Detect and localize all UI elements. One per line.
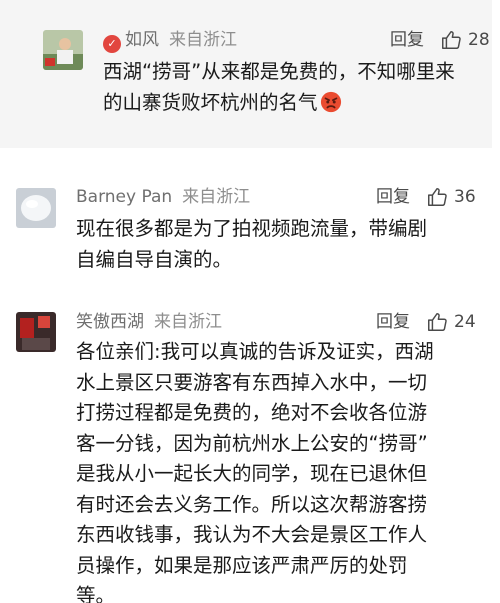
comment-line: 西湖“捞哥”从来都是免费的，不知哪里来 [103,60,455,83]
reply-button[interactable]: 回复 [376,311,410,333]
comment-line: 东西收钱事，我认为不大会是景区工作人 [76,523,428,546]
reply-button[interactable]: 回复 [376,186,410,208]
like-count: 24 [454,312,476,332]
comment-body: 西湖“捞哥”从来都是免费的，不知哪里来 的山寨货败坏杭州的名气 [103,56,455,118]
comment-line: 自编自导自演的。 [76,248,233,271]
location: 来自浙江 [182,187,251,207]
like-count: 28 [468,30,490,50]
comment-meta: ✓ 如风 来自浙江 [103,29,237,53]
comment-line: 各位亲们:我可以真诚的告诉及证实，西湖 [76,340,434,363]
comment-line: 打捞过程都是免费的，绝对不会收各位游 [76,401,428,424]
thumbs-up-icon[interactable] [426,311,448,333]
comment-meta: 笑傲西湖 来自浙江 [76,311,222,333]
comment-line: 现在很多都是为了拍视频跑流量，带编剧 [76,217,428,240]
comment-panel-top: ✓ 如风 来自浙江 回复 28 西湖“捞哥”从来都是免费的，不知哪里来 的山寨货败坏… [0,0,492,148]
username[interactable]: 笑傲西湖 [76,312,144,332]
comment-line: 的山寨货败坏杭州的名气 [103,91,318,114]
verified-badge-icon: ✓ [103,35,121,53]
comment-line: 有时还会去义务工作。所以这次帮游客捞 [76,492,428,516]
like-count: 36 [454,187,476,207]
comment-body: 各位亲们:我可以真诚的告诉及证实，西湖 水上景区只要游客有东西掉入水中，一切 打… [76,337,434,603]
comment-meta: Barney Pan 来自浙江 [76,186,250,208]
avatar[interactable] [16,312,56,352]
angry-face-icon [320,91,341,113]
comment-line: 水上景区只要游客有东西掉入水中，一切 [76,370,428,394]
thumbs-up-icon[interactable] [440,29,462,51]
comment-line: 等。 [76,584,116,603]
comment-actions: 回复 36 [376,186,476,208]
comment-line: 客一分钱，因为前杭州水上公安的“捞哥” [76,431,428,455]
avatar[interactable] [16,188,56,228]
location: 来自浙江 [154,312,222,332]
comment-line: 员操作，如果是那应该严肃严厉的处罚 [76,553,408,577]
thumbs-up-icon[interactable] [426,186,448,208]
username[interactable]: 如风 [125,30,159,50]
username[interactable]: Barney Pan [76,187,172,207]
comment-panel-main: Barney Pan 来自浙江 回复 36 现在很多都是为了拍视频跑流量，带编剧 … [0,155,500,603]
avatar[interactable] [43,30,83,70]
comment-line-with-emoji: 的山寨货败坏杭州的名气 [103,87,455,118]
comment-body: 现在很多都是为了拍视频跑流量，带编剧 自编自导自演的。 [76,213,427,275]
comment-actions: 回复 24 [376,311,476,333]
location: 来自浙江 [169,30,237,50]
comment-actions: 回复 28 [390,29,490,51]
reply-button[interactable]: 回复 [390,29,424,51]
comment-line: 是我从小一起长大的同学，现在已退休但 [76,462,428,485]
